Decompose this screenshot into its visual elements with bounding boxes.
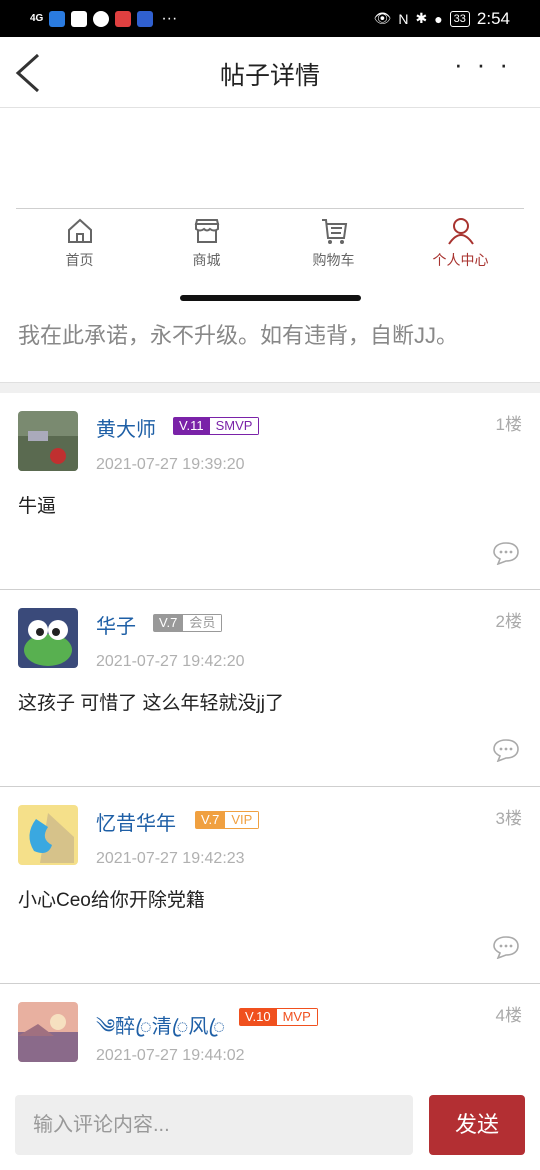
member-title: 会员: [183, 614, 223, 632]
app-header: 帖子详情 ···: [0, 37, 540, 108]
level-value: V.11: [173, 417, 210, 435]
user-icon: [447, 218, 474, 245]
bluetooth-icon: ✱: [415, 10, 428, 26]
member-title: SMVP: [209, 417, 260, 435]
embedded-tab-bar: 首页 商城 购物车 个人中心: [16, 212, 524, 274]
reply-icon[interactable]: [492, 935, 520, 959]
comment-item: 黄大师 V.11 SMVP 1楼 2021-07-27 19:39:20 牛逼: [0, 393, 540, 590]
floor-number: 4楼: [495, 1006, 522, 1025]
username[interactable]: 忆昔华年: [96, 807, 176, 836]
section-divider: [0, 382, 540, 393]
comment-bar: 输入评论内容... 发送: [0, 1084, 540, 1170]
username[interactable]: 华子: [96, 610, 136, 639]
shield-app-icon: [49, 10, 66, 27]
avatar[interactable]: [18, 805, 78, 865]
p-app-icon: [93, 10, 110, 27]
reply-icon[interactable]: [492, 541, 520, 565]
comment-time: 2021-07-27 19:44:02: [96, 1047, 245, 1064]
signal-icon: 4G: [30, 13, 44, 24]
floor-number: 2楼: [495, 612, 522, 631]
floor-number: 1楼: [495, 415, 522, 434]
comment-input[interactable]: 输入评论内容...: [15, 1095, 413, 1155]
comment-time: 2021-07-27 19:42:23: [96, 850, 245, 867]
level-value: V.7: [195, 811, 226, 829]
battery-icon: 33: [449, 10, 470, 27]
more-options-button[interactable]: ···: [454, 49, 522, 80]
level-badge: V.11 SMVP: [173, 417, 260, 435]
post-text: 我在此承诺，永不升级。如有违背，自断JJ。: [18, 323, 459, 348]
send-button[interactable]: 发送: [429, 1095, 525, 1155]
level-badge: V.10 MVP: [239, 1008, 318, 1026]
nav-divider: [16, 208, 524, 209]
level-value: V.7: [153, 614, 184, 632]
tab-profile[interactable]: 个人中心: [397, 212, 524, 274]
tab-cart[interactable]: 购物车: [270, 212, 397, 274]
comment-content: 牛逼: [18, 496, 57, 517]
comment-content: 这孩子 可惜了 这么年轻就没jj了: [18, 693, 285, 714]
home-icon: [67, 218, 92, 243]
store-icon: [194, 219, 219, 243]
avatar[interactable]: [18, 608, 78, 668]
more-notifications-icon: ···: [161, 9, 178, 27]
comment-item: 忆昔华年 V.7 VIP 3楼 2021-07-27 19:42:23 小心Ce…: [0, 787, 540, 984]
tab-home[interactable]: 首页: [16, 212, 143, 274]
member-title: MVP: [276, 1008, 318, 1026]
comment-content: 小心Ceo给你开除党籍: [18, 890, 205, 911]
level-badge: V.7 VIP: [195, 811, 260, 829]
member-title: VIP: [225, 811, 260, 829]
clock: 2:54: [476, 8, 510, 28]
floor-number: 3楼: [495, 809, 522, 828]
reply-icon[interactable]: [492, 738, 520, 762]
tab-label: 商城: [192, 252, 221, 268]
tab-label: 首页: [65, 252, 94, 268]
tab-label: 个人中心: [432, 252, 489, 268]
red-app-icon: [115, 10, 132, 27]
bulb-app-icon: [137, 10, 154, 27]
avatar[interactable]: [18, 1002, 78, 1062]
comment-time: 2021-07-27 19:39:20: [96, 456, 245, 473]
notification-app-icon: [71, 10, 88, 27]
avatar[interactable]: [18, 411, 78, 471]
tab-store[interactable]: 商城: [143, 212, 270, 274]
username[interactable]: 黄大师: [96, 413, 156, 442]
comment-item: ༄醉ꦿ清ꦿ风ꦿ V.10 MVP 4楼 2021-07-27 19:44:02: [0, 984, 540, 1084]
status-bar: 4G ··· 👁 N ✱ ● 33 2:54: [0, 0, 540, 37]
cart-icon: [321, 219, 347, 244]
comment-time: 2021-07-27 19:42:20: [96, 653, 245, 670]
nfc-icon: N: [398, 10, 409, 27]
tab-label: 购物车: [312, 252, 355, 268]
eye-icon: 👁: [373, 10, 392, 26]
home-indicator: [180, 295, 361, 301]
level-value: V.10: [239, 1008, 277, 1026]
comment-item: 华子 V.7 会员 2楼 2021-07-27 19:42:20 这孩子 可惜了…: [0, 590, 540, 787]
level-badge: V.7 会员: [153, 614, 223, 632]
location-icon: ●: [434, 10, 443, 27]
